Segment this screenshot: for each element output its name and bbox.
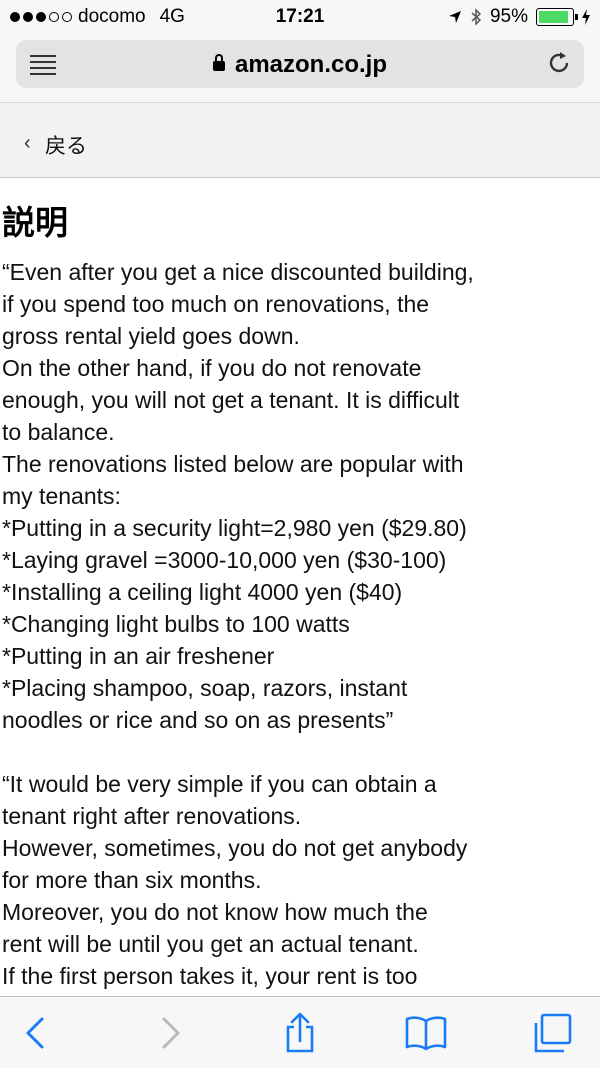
text-line: “It would be very simple if you can obta… [2,771,437,797]
text-line: for more than six months. [2,867,262,893]
text-line: *Placing shampoo, soap, razors, instant [2,675,408,701]
text-line: if you spend too much on renovations, th… [2,291,430,317]
text-line: On the other hand, if you do not renovat… [2,355,422,381]
text-line: gross rental yield goes down. [2,323,300,349]
share-icon[interactable] [278,1011,322,1055]
text-line: my tenants: [2,483,121,509]
bluetooth-icon [471,8,482,26]
text-line: *Putting in a security light=2,980 yen (… [2,515,467,541]
text-line: rent will be until you get an actual ten… [2,931,419,957]
text-line: to balance. [2,419,115,445]
bookmarks-icon[interactable] [404,1011,448,1055]
description-paragraph-1: “Even after you get a nice discounted bu… [2,256,598,736]
text-line: *Putting in an air freshener [2,643,275,669]
status-right: 95% [448,6,590,28]
back-bar[interactable]: ‹ 戻る [0,102,600,178]
location-arrow-icon [448,11,461,23]
text-line: The renovations listed below are popular… [2,451,464,477]
reload-icon[interactable] [544,48,574,78]
text-line: However, sometimes, you do not get anybo… [2,835,468,861]
page-title: 説明 [2,204,68,241]
tabs-icon[interactable] [530,1011,574,1055]
url-text: amazon.co.jp [234,51,388,78]
text-line: *Changing light bulbs to 100 watts [2,611,350,637]
text-line: “Even after you get a nice discounted bu… [2,259,474,285]
text-line: noodles or rice and so on as presents” [2,707,394,733]
address-bar[interactable]: amazon.co.jp [16,40,584,88]
status-bar: docomo 4G 17:21 95% [0,0,600,34]
description-paragraph-2: “It would be very simple if you can obta… [2,768,598,992]
back-arrow-icon[interactable] [14,1011,58,1055]
text-line: Moreover, you do not know how much the [2,899,428,925]
lock-icon [212,54,225,71]
battery-percent: 95% [489,6,528,27]
text-line: *Installing a ceiling light 4000 yen ($4… [2,579,403,605]
back-link[interactable]: 戻る [45,130,87,160]
battery-tip [575,14,578,20]
text-line: If the first person takes it, your rent … [2,963,418,989]
text-line: *Laying gravel =3000-10,000 yen ($30-100… [2,547,447,573]
battery-fill [539,11,568,23]
charging-bolt-icon [582,9,590,25]
browser-toolbar [0,996,600,1068]
forward-arrow-icon [162,1017,180,1049]
url-display[interactable]: amazon.co.jp [16,51,584,79]
battery-icon [536,8,578,26]
browser-address-area: amazon.co.jp [0,34,600,102]
text-line: tenant right after renovations. [2,803,302,829]
page-content: 説明 “Even after you get a nice discounted… [0,178,600,996]
chevron-left-icon: ‹ [24,132,31,154]
text-line: enough, you will not get a tenant. It is… [2,387,460,413]
